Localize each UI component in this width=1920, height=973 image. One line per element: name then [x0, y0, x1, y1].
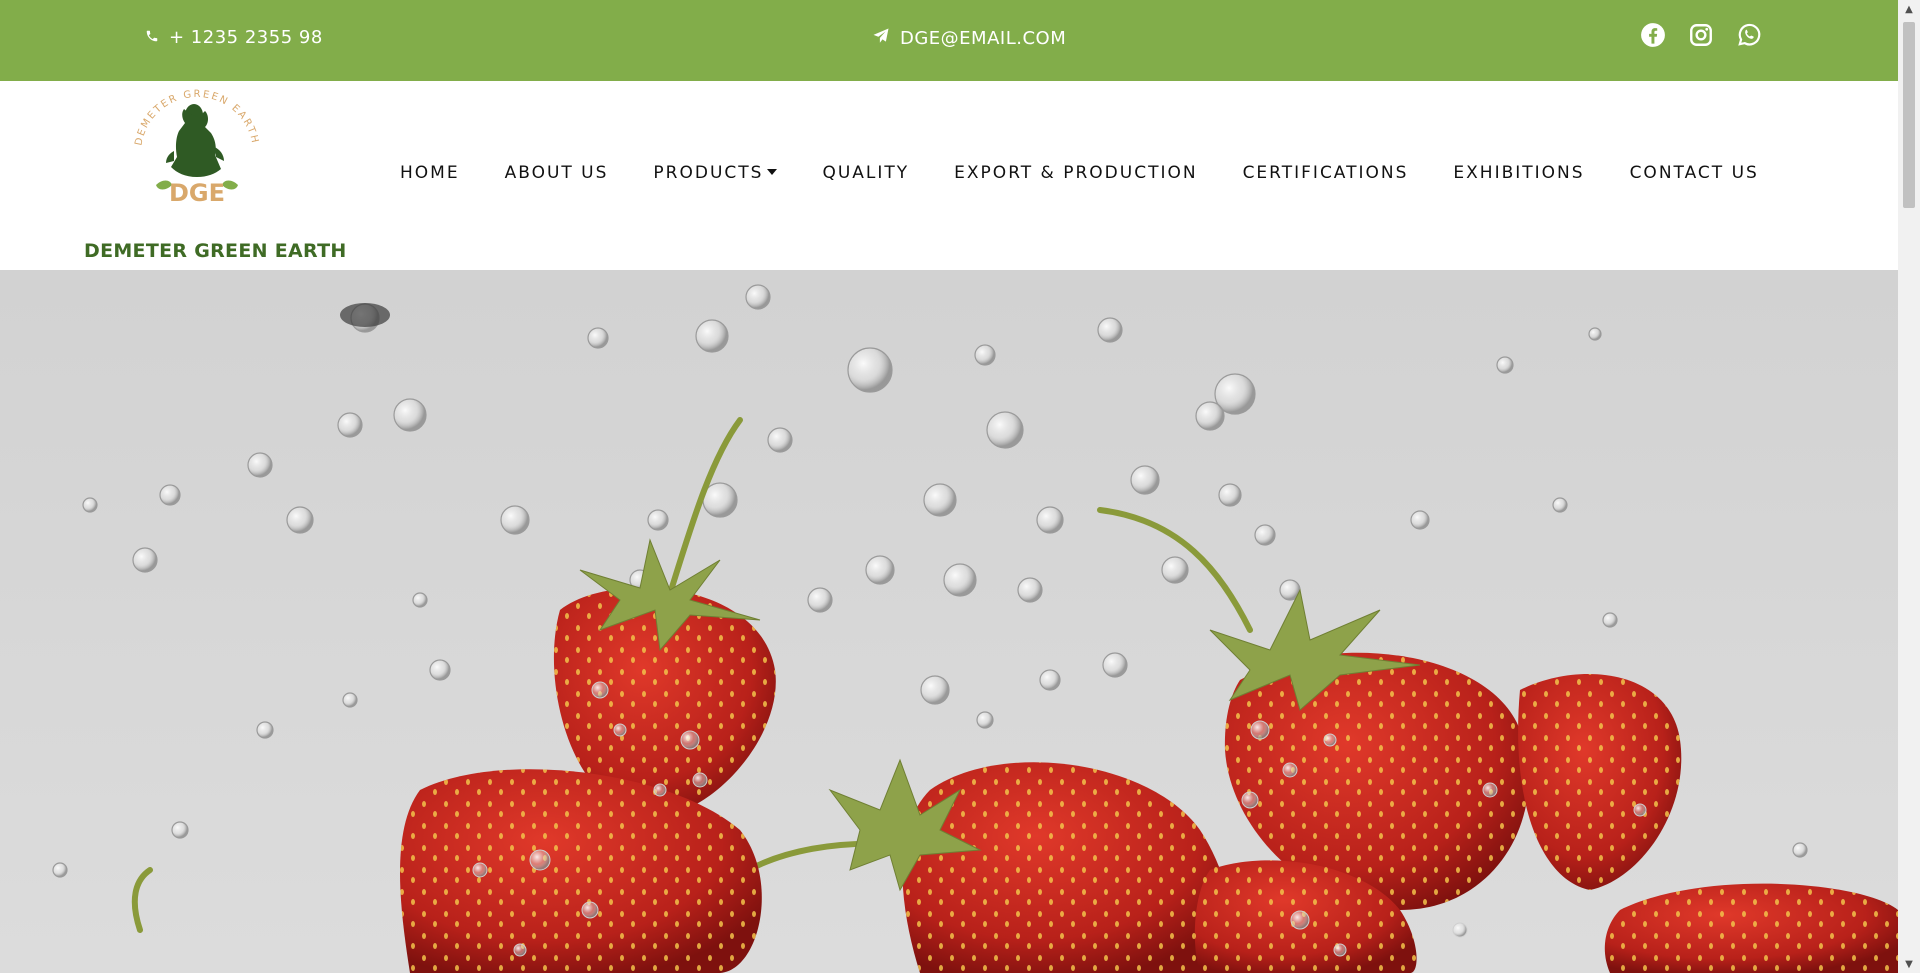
social-links	[1640, 22, 1762, 48]
nav-exhibitions-label: EXHIBITIONS	[1453, 163, 1585, 183]
nav-quality-label: QUALITY	[822, 163, 910, 183]
paper-plane-icon	[872, 27, 890, 50]
caret-down-icon	[767, 168, 778, 175]
main-nav: HOME ABOUT US PRODUCTS QUALITY EXPORT & …	[400, 163, 1759, 183]
scroll-up-icon[interactable]: ▲	[1903, 3, 1915, 15]
site-header: DEMETER GREEN EARTH DGE DEMETER GREEN EA…	[0, 81, 1898, 270]
nav-exhibitions[interactable]: EXHIBITIONS	[1453, 163, 1584, 183]
nav-certifications-label: CERTIFICATIONS	[1242, 163, 1409, 183]
nav-about-us-label: ABOUT US	[504, 163, 609, 183]
email-contact[interactable]: DGE@EMAIL.COM	[872, 27, 1066, 50]
nav-export-production[interactable]: EXPORT & PRODUCTION	[954, 163, 1197, 183]
top-contact-bar: + 1235 2355 98 DGE@EMAIL.COM	[0, 0, 1898, 81]
nav-products-label: PRODUCTS	[653, 163, 764, 183]
hero-banner	[0, 270, 1898, 973]
nav-quality[interactable]: QUALITY	[822, 163, 909, 183]
logo-link[interactable]: DEMETER GREEN EARTH DGE DEMETER GREEN EA…	[84, 81, 347, 270]
phone-contact[interactable]: + 1235 2355 98	[145, 27, 323, 48]
scroll-down-icon[interactable]: ▼	[1903, 958, 1915, 970]
phone-icon	[145, 27, 159, 48]
instagram-icon[interactable]	[1688, 22, 1714, 48]
logo-icon: DEMETER GREEN EARTH DGE	[133, 89, 258, 207]
page: + 1235 2355 98 DGE@EMAIL.COM DEMETER GRE…	[0, 0, 1898, 973]
nav-certifications[interactable]: CERTIFICATIONS	[1243, 163, 1409, 183]
email-address: DGE@EMAIL.COM	[900, 28, 1067, 49]
nav-contact-us[interactable]: CONTACT US	[1630, 163, 1759, 183]
nav-home-label: HOME	[400, 163, 460, 183]
nav-contact-us-label: CONTACT US	[1629, 163, 1759, 183]
phone-number: + 1235 2355 98	[169, 27, 323, 48]
scroll-thumb[interactable]	[1903, 22, 1915, 208]
nav-export-production-label: EXPORT & PRODUCTION	[954, 163, 1198, 183]
nav-products[interactable]: PRODUCTS	[653, 163, 778, 183]
hero-strawberries-image	[0, 270, 1898, 973]
logo-initials: DGE	[169, 179, 225, 207]
whatsapp-icon[interactable]	[1736, 22, 1762, 48]
nav-home[interactable]: HOME	[400, 163, 460, 183]
brand-name: DEMETER GREEN EARTH	[84, 240, 347, 262]
facebook-icon[interactable]	[1640, 22, 1666, 48]
nav-about-us[interactable]: ABOUT US	[505, 163, 609, 183]
page-scrollbar[interactable]: ▲ ▼	[1898, 0, 1920, 973]
